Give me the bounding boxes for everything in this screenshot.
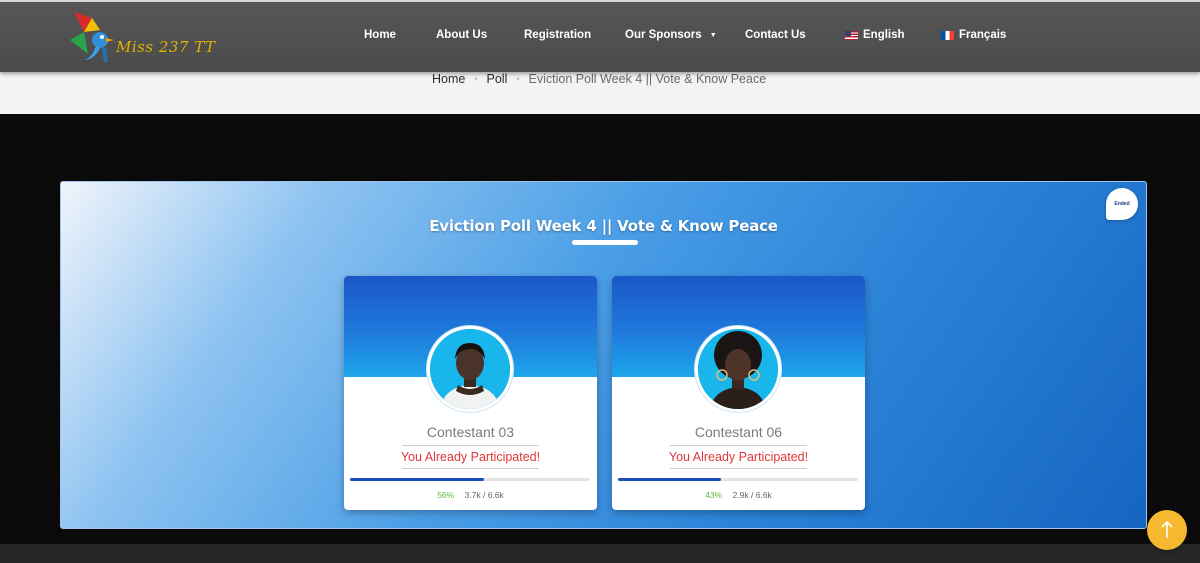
nav-language-french[interactable]: Français (941, 29, 1006, 41)
fr-flag-icon (941, 30, 954, 40)
nav-home[interactable]: Home (364, 29, 396, 41)
vote-progress-fill (618, 478, 722, 481)
logo-text: Miss 237 TT (116, 38, 216, 56)
nav-contact-us[interactable]: Contact Us (745, 29, 806, 41)
nav-our-sponsors-label: Our Sponsors (625, 29, 702, 41)
contestant-avatar (695, 326, 781, 412)
contestant-card[interactable]: Contestant 06 You Already Participated! … (612, 276, 865, 510)
contestant-card[interactable]: Contestant 03 You Already Participated! … (344, 276, 597, 510)
footer-strip (0, 544, 1200, 563)
poll-title: Eviction Poll Week 4 || Vote & Know Peac… (429, 217, 778, 235)
breadcrumb-home[interactable]: Home (432, 72, 465, 86)
us-flag-icon (845, 30, 858, 40)
status-badge: Ended (1106, 188, 1138, 220)
contestant-avatar (427, 326, 513, 412)
divider (402, 468, 539, 469)
vote-progress-bar (618, 478, 858, 481)
vote-progress-fill (350, 478, 485, 481)
vote-stats: 43% 2.9k / 6.6k (612, 490, 865, 500)
poll-panel: Eviction Poll Week 4 || Vote & Know Peac… (60, 181, 1147, 529)
site-logo[interactable]: Miss 237 TT (66, 10, 215, 68)
nav-our-sponsors[interactable]: Our Sponsors ▼ (625, 29, 717, 41)
nav-french-label: Français (959, 29, 1007, 41)
vote-percent: 43% (705, 490, 723, 500)
divider (402, 445, 539, 446)
vote-percent: 56% (437, 490, 455, 500)
vote-count: 2.9k / 6.6k (732, 490, 772, 500)
contestant-photo-icon (698, 329, 778, 409)
nav-english-label: English (863, 29, 905, 41)
arrow-up-icon (1161, 521, 1173, 538)
vote-count: 3.7k / 6.6k (464, 490, 504, 500)
contestant-photo-icon (430, 329, 510, 409)
breadcrumb-poll[interactable]: Poll (487, 72, 508, 86)
contestant-name: Contestant 03 (426, 424, 515, 440)
contestant-name: Contestant 06 (694, 424, 783, 440)
vote-stats: 56% 3.7k / 6.6k (344, 490, 597, 500)
breadcrumb-current: Eviction Poll Week 4 || Vote & Know Peac… (528, 72, 767, 86)
divider (670, 445, 807, 446)
vote-progress-bar (350, 478, 590, 481)
navbar: Miss 237 TT Home About Us Registration O… (0, 2, 1200, 72)
participation-message: You Already Participated! (668, 450, 809, 464)
scroll-to-top-button[interactable] (1147, 510, 1187, 550)
nav-registration[interactable]: Registration (524, 29, 591, 41)
breadcrumb-separator: • (474, 74, 478, 84)
breadcrumb: Home • Poll • Eviction Poll Week 4 || Vo… (432, 72, 766, 86)
title-underline (572, 240, 638, 245)
nav-about-us[interactable]: About Us (436, 29, 487, 41)
nav-language-english[interactable]: English (845, 29, 905, 41)
caret-down-icon: ▼ (709, 31, 717, 39)
divider (670, 468, 807, 469)
breadcrumb-separator: • (516, 74, 520, 84)
participation-message: You Already Participated! (400, 450, 541, 464)
